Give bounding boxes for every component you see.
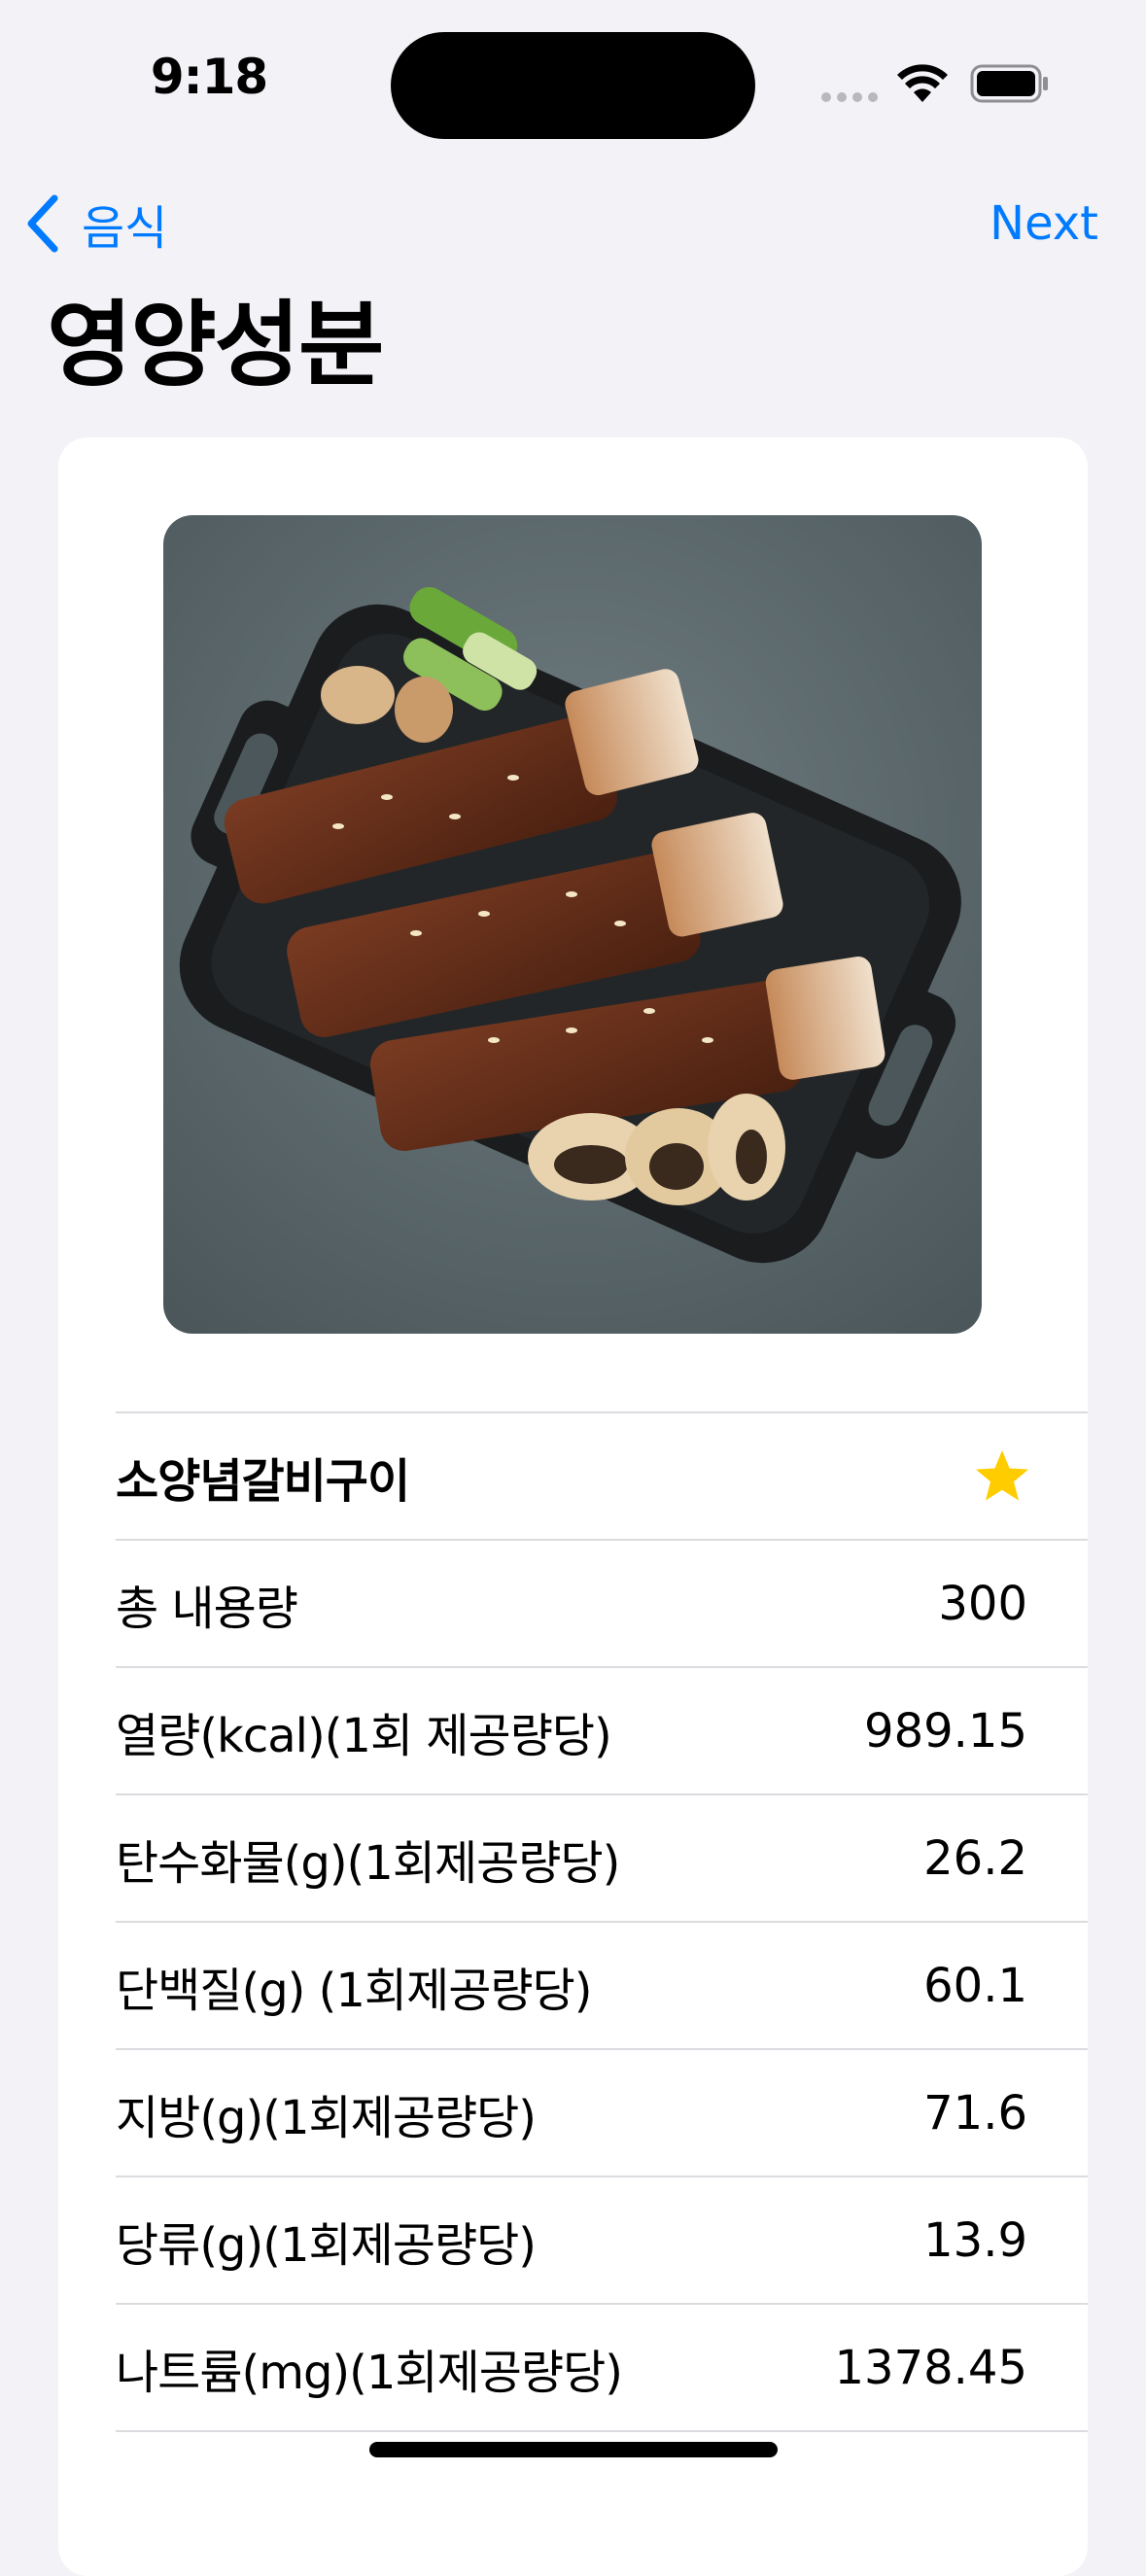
nutrition-list: 소양념갈비구이 총 내용량 300 열량(kcal)(1회 제공량당) 989.… bbox=[116, 1411, 1088, 2558]
dynamic-island bbox=[391, 32, 755, 139]
nutrition-label: 열량(kcal)(1회 제공량당) bbox=[116, 1708, 612, 1763]
back-button-label: 음식 bbox=[82, 201, 168, 256]
status-time: 9:18 bbox=[150, 49, 268, 105]
nutrition-row-sodium: 나트륨(mg)(1회제공량당) 1378.45 bbox=[116, 2303, 1088, 2430]
nutrition-label: 총 내용량 bbox=[116, 1581, 298, 1636]
nutrition-value: 26.2 bbox=[923, 1830, 1027, 1886]
nutrition-value: 71.6 bbox=[923, 2085, 1027, 2141]
next-button[interactable]: Next bbox=[990, 185, 1098, 262]
nutrition-row-carbs: 탄수화물(g)(1회제공량당) 26.2 bbox=[116, 1793, 1088, 1921]
nutrition-row-fat: 지방(g)(1회제공량당) 71.6 bbox=[116, 2048, 1088, 2176]
food-image bbox=[163, 515, 982, 1334]
nutrition-label: 나트륨(mg)(1회제공량당) bbox=[116, 2345, 623, 2400]
food-name: 소양념갈비구이 bbox=[116, 1453, 410, 1509]
nutrition-row-protein: 단백질(g) (1회제공량당) 60.1 bbox=[116, 1921, 1088, 2048]
nutrition-row-calories: 열량(kcal)(1회 제공량당) 989.15 bbox=[116, 1666, 1088, 1793]
nutrition-label: 지방(g)(1회제공량당) bbox=[116, 2090, 537, 2145]
chevron-left-icon bbox=[27, 194, 58, 253]
nutrition-value: 13.9 bbox=[923, 2212, 1027, 2268]
battery-icon bbox=[970, 64, 1048, 103]
star-icon[interactable] bbox=[973, 1447, 1031, 1506]
back-button[interactable]: 음식 bbox=[23, 185, 167, 262]
nutrition-value: 989.15 bbox=[864, 1703, 1027, 1758]
nutrition-label: 탄수화물(g)(1회제공량당) bbox=[116, 1835, 620, 1891]
wifi-icon bbox=[897, 64, 948, 102]
nutrition-label: 단백질(g) (1회제공량당) bbox=[116, 1963, 592, 2018]
nutrition-card: 소양념갈비구이 총 내용량 300 열량(kcal)(1회 제공량당) 989.… bbox=[58, 437, 1088, 2576]
nutrition-label: 당류(g)(1회제공량당) bbox=[116, 2217, 537, 2273]
nutrition-row-sugar: 당류(g)(1회제공량당) 13.9 bbox=[116, 2176, 1088, 2303]
nutrition-row-total: 총 내용량 300 bbox=[116, 1539, 1088, 1666]
page-title: 영양성분 bbox=[47, 291, 384, 400]
nutrition-value: 300 bbox=[938, 1576, 1027, 1631]
cellular-signal-icon bbox=[821, 92, 880, 104]
home-indicator[interactable] bbox=[369, 2442, 778, 2457]
nutrition-value: 1378.45 bbox=[834, 2340, 1028, 2395]
food-name-row: 소양념갈비구이 bbox=[116, 1411, 1088, 1539]
nutrition-value: 60.1 bbox=[923, 1958, 1027, 2013]
